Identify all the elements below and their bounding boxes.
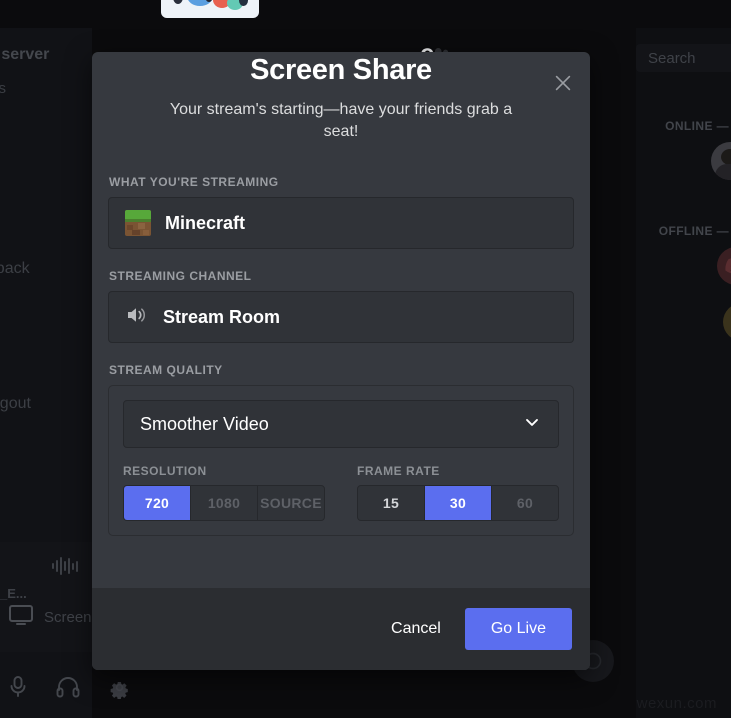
resolution-group: RESOLUTION 720 1080 SOURCE bbox=[123, 464, 325, 521]
resolution-option-source[interactable]: SOURCE bbox=[258, 486, 324, 520]
header-illustration bbox=[161, 0, 259, 18]
frame-rate-option-60[interactable]: 60 bbox=[492, 486, 558, 520]
frame-rate-option-15[interactable]: 15 bbox=[358, 486, 425, 520]
discord-app-window: e s server nts edback angout _E... bbox=[0, 0, 731, 718]
watermark: wexun.com bbox=[636, 695, 717, 712]
member-list-item[interactable]: ac Pla bbox=[710, 142, 731, 180]
sidebar-channel-hangout[interactable]: angout bbox=[0, 395, 31, 413]
page-title: Screen Share bbox=[250, 54, 432, 86]
dialog-footer: Cancel Go Live bbox=[92, 588, 590, 670]
resolution-options: 720 1080 SOURCE bbox=[123, 485, 325, 521]
frame-rate-label: FRAME RATE bbox=[357, 464, 440, 478]
user-control-bar bbox=[8, 675, 131, 704]
member-list-item[interactable]: tr bbox=[723, 303, 731, 341]
search-input[interactable]: Search bbox=[636, 44, 731, 72]
discord-logo-icon bbox=[725, 258, 731, 274]
gear-icon[interactable] bbox=[108, 676, 131, 704]
channel-section-label: STREAMING CHANNEL bbox=[109, 269, 252, 283]
member-group-offline: OFFLINE — bbox=[658, 224, 729, 238]
resolution-label: RESOLUTION bbox=[123, 464, 207, 478]
streaming-channel-field[interactable]: Stream Room bbox=[108, 291, 574, 343]
avatar bbox=[723, 303, 731, 341]
headphones-icon[interactable] bbox=[56, 676, 80, 703]
stream-quality-card: Smoother Video RESOLUTION 720 1080 SOURC… bbox=[108, 385, 574, 536]
streaming-source-value: Minecraft bbox=[165, 212, 246, 233]
quality-preset-dropdown[interactable]: Smoother Video bbox=[123, 400, 559, 448]
member-list-item[interactable]: Ta bbox=[717, 247, 731, 285]
sidebar-server-name: s server bbox=[0, 46, 50, 63]
avatar bbox=[710, 142, 731, 180]
member-group-online: ONLINE — bbox=[665, 119, 729, 133]
screen-share-icon bbox=[8, 604, 34, 631]
dialog-subtitle: Your stream's starting—have your friends… bbox=[169, 101, 513, 140]
quality-section-label: STREAM QUALITY bbox=[109, 363, 223, 377]
sidebar-channel-feedback[interactable]: edback bbox=[0, 260, 30, 278]
avatar bbox=[717, 247, 731, 285]
screen-share-button-background[interactable]: Screen bbox=[8, 604, 92, 631]
cancel-button[interactable]: Cancel bbox=[375, 610, 457, 648]
close-icon bbox=[555, 75, 571, 91]
audio-waveform-icon bbox=[52, 556, 78, 576]
resolution-option-1080[interactable]: 1080 bbox=[191, 486, 258, 520]
chevron-down-icon bbox=[522, 412, 542, 437]
resolution-option-720[interactable]: 720 bbox=[124, 486, 191, 520]
streaming-source-field[interactable]: Minecraft bbox=[108, 197, 574, 249]
go-live-button[interactable]: Go Live bbox=[464, 608, 572, 650]
screen-share-dialog: Screen Share Your stream's starting—have… bbox=[92, 52, 590, 670]
screen-share-label: Screen bbox=[44, 609, 92, 626]
speaker-volume-icon bbox=[125, 304, 149, 331]
microphone-icon[interactable] bbox=[8, 675, 28, 704]
sidebar-channel-announcements[interactable]: nts bbox=[0, 80, 6, 97]
quality-toggles: RESOLUTION 720 1080 SOURCE FRAME RATE 15… bbox=[123, 464, 559, 521]
streaming-channel-value: Stream Room bbox=[163, 306, 281, 327]
streaming-section-label: WHAT YOU'RE STREAMING bbox=[109, 175, 279, 189]
frame-rate-option-30[interactable]: 30 bbox=[425, 486, 492, 520]
close-button[interactable] bbox=[546, 66, 580, 100]
quality-preset-value: Smoother Video bbox=[140, 413, 269, 434]
search-placeholder: Search bbox=[648, 49, 696, 67]
voice-connection-label: _E... bbox=[0, 586, 27, 601]
frame-rate-options: 15 30 60 bbox=[357, 485, 559, 521]
minecraft-grass-block-icon bbox=[125, 210, 151, 236]
dialog-body: Screen Share Your stream's starting—have… bbox=[92, 52, 590, 588]
frame-rate-group: FRAME RATE 15 30 60 bbox=[357, 464, 559, 521]
